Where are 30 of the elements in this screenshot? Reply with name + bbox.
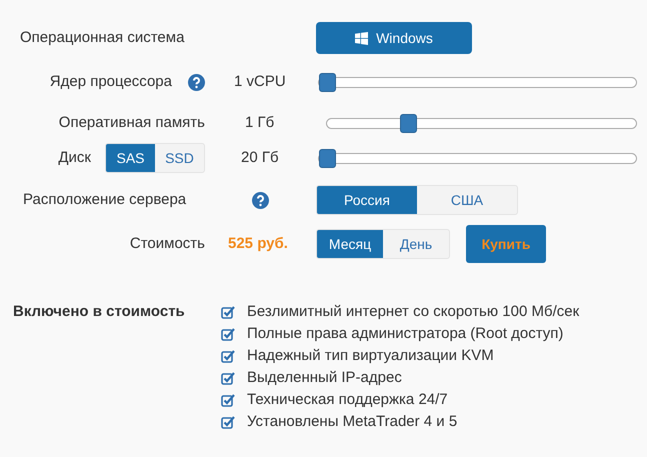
section-label: Включено в стоимость — [13, 302, 185, 322]
toggle-option[interactable]: Месяц — [317, 230, 383, 258]
field-label: Диск — [58, 148, 91, 168]
field-label: Оперативная память — [58, 112, 205, 133]
toggle-option[interactable]: США — [417, 186, 517, 214]
toggle-option[interactable]: День — [383, 230, 449, 258]
field-label: Расположение сервера — [23, 190, 186, 210]
slider-thumb[interactable] — [400, 114, 417, 132]
field-label: Стоимость — [130, 234, 205, 254]
windows-logo-icon — [355, 32, 368, 44]
feature-text: Установлены MetaTrader 4 и 5 — [247, 412, 458, 432]
feature-text: Техническая поддержка 24/7 — [247, 390, 448, 410]
slider-thumb[interactable] — [319, 148, 336, 168]
toggle-option[interactable]: SAS — [106, 144, 155, 172]
slider-thumb[interactable] — [319, 72, 336, 92]
help-icon[interactable] — [252, 192, 269, 208]
toggle-option[interactable]: Россия — [317, 186, 417, 214]
value-text: 1 vCPU — [234, 72, 287, 92]
feature-text: Безлимитный интернет со скоротью 100 Мб/сек — [247, 302, 580, 322]
feature-text: Надежный тип виртуализации KVM — [247, 346, 494, 366]
price-text: 525 руб. — [228, 234, 289, 254]
os-button[interactable]: Windows — [316, 22, 472, 54]
value-text: 1 Гб — [245, 112, 276, 133]
field-label: Ядер процессора — [50, 72, 172, 92]
value-text: 20 Гб — [241, 148, 280, 168]
feature-text: Выделенный IP-адрес — [247, 368, 402, 388]
field-label: Операционная система — [20, 28, 184, 46]
toggle-option[interactable]: SSD — [155, 144, 204, 172]
feature-text: Полные права администратора (Root доступ) — [247, 324, 564, 344]
help-icon[interactable] — [188, 74, 205, 90]
